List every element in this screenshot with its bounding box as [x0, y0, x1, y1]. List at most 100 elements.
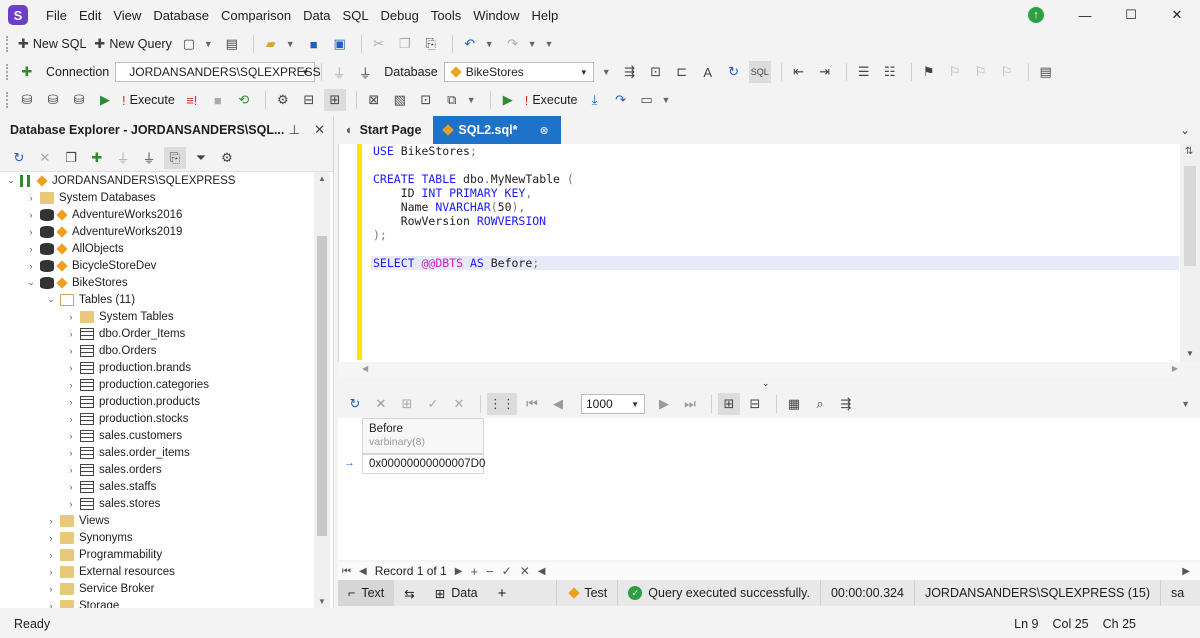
- disconnect-button[interactable]: ⏚: [354, 61, 376, 83]
- export-results-button[interactable]: ⇶: [835, 393, 857, 415]
- chevron-right-icon[interactable]: ›: [66, 312, 76, 322]
- explorer-scrollbar[interactable]: ▲ ▼: [314, 172, 330, 608]
- font-button[interactable]: A: [697, 61, 719, 83]
- toolbar-grip[interactable]: [6, 92, 10, 108]
- menu-data[interactable]: Data: [297, 8, 336, 23]
- column-header-before[interactable]: Before varbinary(8): [362, 418, 484, 454]
- format-button[interactable]: ⇶: [619, 61, 641, 83]
- code-area[interactable]: USE BikeStores; CREATE TABLE dbo.MyNewTa…: [371, 144, 1181, 270]
- chevron-right-icon[interactable]: ›: [46, 584, 56, 594]
- db-action-button-2[interactable]: ⛁: [42, 89, 64, 111]
- step-over-button[interactable]: ↷: [610, 89, 632, 111]
- code-line[interactable]: ID INT PRIMARY KEY,: [373, 186, 1181, 200]
- tree-item[interactable]: › production.brands: [0, 359, 314, 376]
- import-dropdown-icon[interactable]: ▼: [467, 95, 476, 105]
- split-icon[interactable]: ⇅: [1185, 146, 1193, 157]
- indent-button[interactable]: ⇤: [788, 61, 810, 83]
- stop-button[interactable]: ■: [207, 89, 229, 111]
- card-view-button[interactable]: ⊟: [744, 393, 766, 415]
- tree-item[interactable]: › dbo.Orders: [0, 342, 314, 359]
- results-paging-button[interactable]: ⋮⋮: [487, 393, 517, 415]
- undo-dropdown-icon[interactable]: ▼: [485, 39, 494, 49]
- tab-sql2[interactable]: SQL2.sql* ⊗: [433, 116, 561, 144]
- code-line[interactable]: [373, 158, 1181, 172]
- tab-overflow-icon[interactable]: ⌄: [1180, 123, 1190, 137]
- scroll-down-icon[interactable]: ▼: [318, 597, 326, 606]
- chart-button[interactable]: ▧: [389, 89, 411, 111]
- minimize-button[interactable]: —: [1062, 8, 1108, 23]
- delete-record-icon[interactable]: −: [486, 564, 494, 579]
- tree-item[interactable]: ⌄ Tables (11): [0, 291, 314, 308]
- maximize-button[interactable]: ☐: [1108, 7, 1154, 23]
- chevron-right-icon[interactable]: ›: [46, 533, 56, 543]
- tree-item[interactable]: › dbo.Order_Items: [0, 325, 314, 342]
- save-button[interactable]: ■: [303, 33, 325, 55]
- db-action-button-3[interactable]: ⛁: [68, 89, 90, 111]
- menu-tools[interactable]: Tools: [425, 8, 467, 23]
- document-outline-button[interactable]: ▤: [1035, 61, 1057, 83]
- import-button[interactable]: ⧉: [441, 89, 463, 111]
- sql-editor[interactable]: USE BikeStores; CREATE TABLE dbo.MyNewTa…: [338, 144, 1200, 362]
- connect-button[interactable]: ⏚: [328, 61, 350, 83]
- tree-item[interactable]: › AllObjects: [0, 240, 314, 257]
- breakpoint-button[interactable]: ▭: [636, 89, 658, 111]
- uncomment-button[interactable]: ☷: [879, 61, 901, 83]
- tree-item[interactable]: › Views: [0, 512, 314, 529]
- tree-item[interactable]: › production.categories: [0, 376, 314, 393]
- chevron-right-icon[interactable]: ›: [66, 346, 76, 356]
- paste-button[interactable]: ⎘: [420, 33, 442, 55]
- tree-item[interactable]: ⌄ JORDANSANDERS\SQLEXPRESS: [0, 172, 314, 189]
- close-window-button[interactable]: ✕: [1154, 7, 1200, 23]
- first-record-icon[interactable]: ⏮: [342, 566, 351, 577]
- comment-button[interactable]: ☰: [853, 61, 875, 83]
- close-icon[interactable]: ✕: [314, 122, 325, 138]
- run-button[interactable]: ▶: [94, 89, 116, 111]
- tree-item[interactable]: › BicycleStoreDev: [0, 257, 314, 274]
- explorer-properties-button[interactable]: ⚙: [216, 147, 238, 169]
- diagram-button[interactable]: ⊠: [363, 89, 385, 111]
- explorer-filter-button[interactable]: ⏷: [190, 147, 212, 169]
- prev-page-button[interactable]: ◀: [547, 393, 569, 415]
- chevron-right-icon[interactable]: ›: [66, 448, 76, 458]
- outdent-button[interactable]: ⇥: [814, 61, 836, 83]
- toolbar-overflow-icon[interactable]: ▼: [602, 67, 611, 77]
- code-line[interactable]: CREATE TABLE dbo.MyNewTable (: [373, 172, 1181, 186]
- new-document-button[interactable]: ▤: [221, 33, 243, 55]
- editor-scroll-thumb[interactable]: [1184, 166, 1196, 266]
- chevron-right-icon[interactable]: ›: [66, 363, 76, 373]
- tree-item[interactable]: › Service Broker: [0, 580, 314, 597]
- scroll-up-icon[interactable]: ▲: [318, 174, 326, 183]
- save-all-button[interactable]: ▣: [329, 33, 351, 55]
- tree-item[interactable]: › External resources: [0, 563, 314, 580]
- next-bookmark-button[interactable]: ⚐: [970, 61, 992, 83]
- tab-text[interactable]: ⌐ Text: [338, 580, 395, 606]
- execute-statement-button[interactable]: ≡!: [181, 89, 203, 111]
- run-debug-button[interactable]: ▶: [497, 89, 519, 111]
- database-select[interactable]: BikeStores ▼: [443, 62, 594, 82]
- results-refresh-button[interactable]: ↻: [344, 393, 366, 415]
- menu-view[interactable]: View: [107, 8, 147, 23]
- chevron-right-icon[interactable]: ›: [66, 465, 76, 475]
- results-overflow-icon[interactable]: ▼: [1181, 399, 1190, 409]
- editor-horizontal-scrollbar[interactable]: ◀ ▶: [338, 362, 1180, 378]
- step-into-button[interactable]: ⤓: [584, 89, 606, 111]
- apply-record-icon[interactable]: ✓: [502, 564, 512, 578]
- scroll-right-icon[interactable]: ▶: [1182, 566, 1190, 577]
- code-line[interactable]: SELECT @@DBTS AS Before;: [371, 256, 1179, 270]
- code-line[interactable]: Name NVARCHAR(50),: [373, 200, 1181, 214]
- chevron-right-icon[interactable]: ›: [66, 482, 76, 492]
- tree-item[interactable]: › sales.stores: [0, 495, 314, 512]
- tab-switch[interactable]: ⇆: [394, 580, 424, 606]
- menu-help[interactable]: Help: [525, 8, 564, 23]
- explorer-connect-button[interactable]: ⏚: [112, 147, 134, 169]
- results-apply-button[interactable]: ✓: [422, 393, 444, 415]
- code-line[interactable]: [373, 242, 1181, 256]
- search-button[interactable]: ⌕: [809, 393, 831, 415]
- tab-close-icon[interactable]: ⊗: [539, 124, 548, 137]
- open-dropdown-icon[interactable]: ▼: [286, 39, 295, 49]
- bookmark-button[interactable]: ⚑: [918, 61, 940, 83]
- execute-debug-button[interactable]: ! Execute: [523, 89, 580, 111]
- redo-button[interactable]: ↷: [502, 33, 524, 55]
- results-edit-button[interactable]: ⊞: [396, 393, 418, 415]
- code-line[interactable]: );: [373, 228, 1181, 242]
